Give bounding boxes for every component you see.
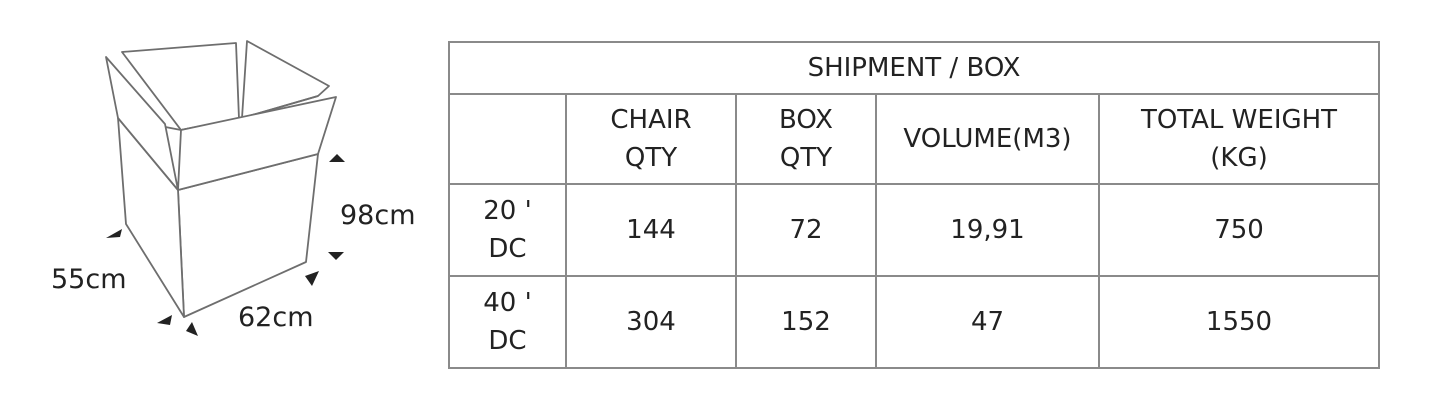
- weight-cell: 1550: [1097, 275, 1381, 369]
- width-left-arrow: [186, 322, 198, 336]
- header-empty-cell: [448, 93, 567, 185]
- box-qty-cell: 72: [735, 183, 877, 277]
- container-type-line: 20 ': [483, 196, 532, 226]
- carton-box-illustration: 98cm 55cm 62cm: [0, 0, 440, 412]
- header-line: VOLUME(M3): [903, 124, 1072, 154]
- chair-qty-cell: 144: [565, 183, 737, 277]
- width-dimension-label: 62cm: [238, 302, 314, 333]
- height-bottom-arrow: [328, 252, 344, 260]
- table-title-row: SHIPMENT / BOX: [447, 41, 1381, 95]
- box-qty-cell: 152: [735, 275, 877, 369]
- header-line: TOTAL WEIGHT: [1140, 105, 1338, 135]
- container-type-cell: 40 ' DC: [448, 275, 567, 369]
- shipment-table: SHIPMENT / BOX CHAIR QTY BOX QTY VOLUME(…: [447, 41, 1381, 369]
- header-line: QTY: [779, 143, 833, 173]
- header-line: CHAIR: [610, 105, 692, 135]
- container-type-line: 40 ': [483, 288, 532, 318]
- header-line: (KG): [1210, 143, 1268, 173]
- header-line: BOX: [779, 105, 833, 135]
- depth-dimension-label: 55cm: [51, 264, 127, 295]
- header-total-weight: TOTAL WEIGHT (KG): [1097, 93, 1381, 185]
- width-right-arrow: [305, 271, 319, 286]
- container-type-cell: 20 ' DC: [448, 183, 567, 277]
- table-header-row: CHAIR QTY BOX QTY VOLUME(M3) TOTAL WEIGH…: [448, 93, 1381, 185]
- height-top-arrow: [329, 154, 345, 162]
- table-row: 20 ' DC 144 72 19,91 750: [448, 183, 1381, 277]
- header-chair-qty: CHAIR QTY: [565, 93, 737, 185]
- table-title: SHIPMENT / BOX: [447, 41, 1381, 95]
- weight-cell: 750: [1097, 183, 1381, 277]
- volume-cell: 47: [875, 275, 1100, 369]
- volume-cell: 19,91: [875, 183, 1100, 277]
- height-dimension-label: 98cm: [340, 200, 416, 231]
- container-type-line: DC: [488, 326, 527, 356]
- header-box-qty: BOX QTY: [735, 93, 877, 185]
- depth-top-arrow: [106, 229, 122, 238]
- chair-qty-cell: 304: [565, 275, 737, 369]
- depth-bottom-arrow: [157, 315, 172, 325]
- header-volume: VOLUME(M3): [875, 93, 1100, 185]
- header-line: QTY: [624, 143, 678, 173]
- table-row: 40 ' DC 304 152 47 1550: [448, 275, 1381, 369]
- container-type-line: DC: [488, 234, 527, 264]
